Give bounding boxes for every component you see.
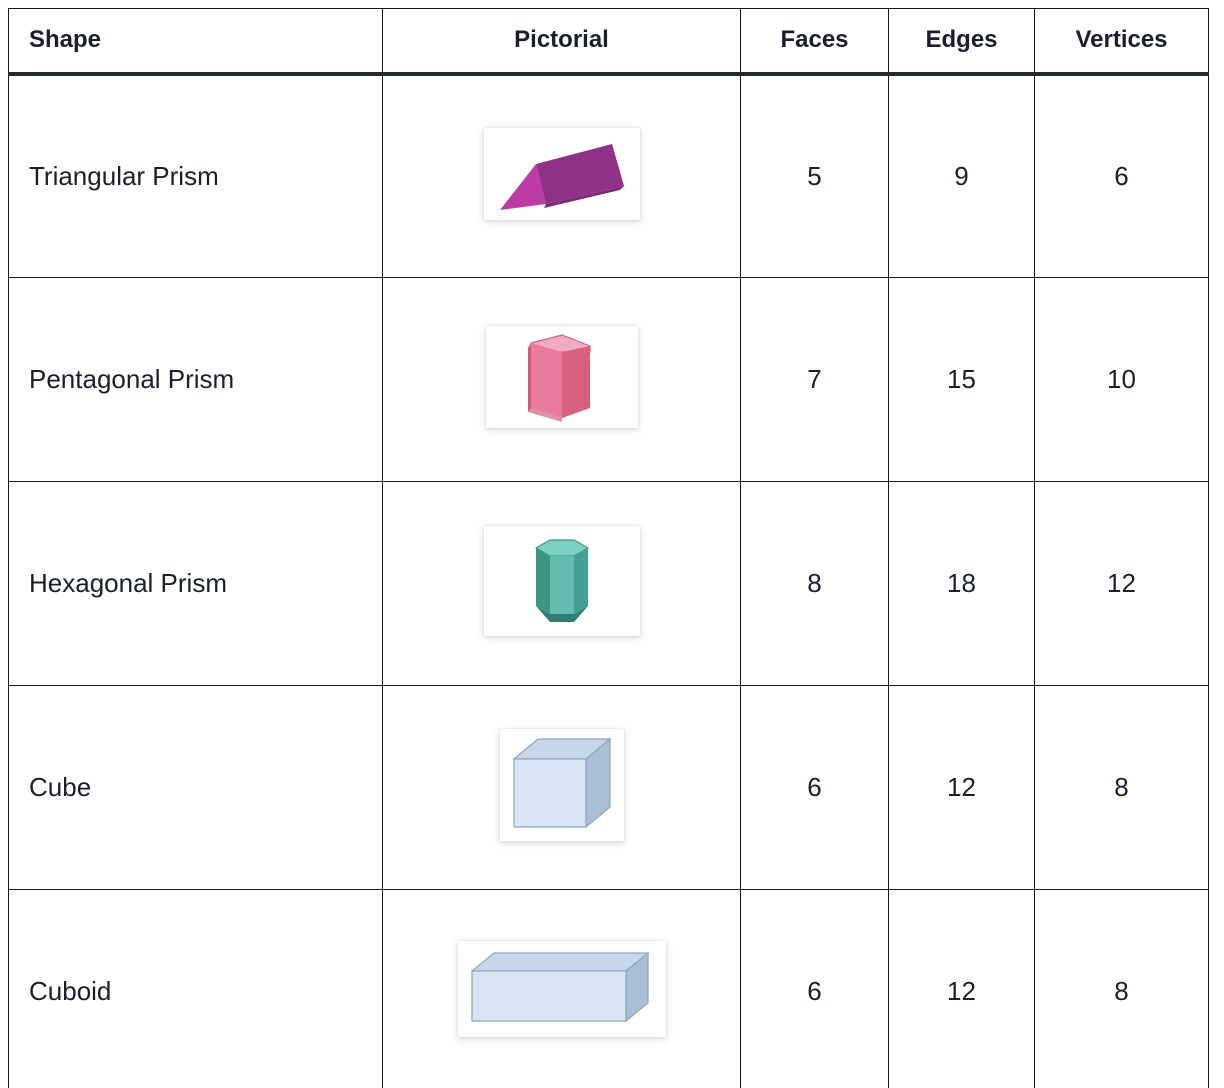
table-header-row: Shape Pictorial Faces Edges Vertices [8,8,1209,76]
column-header-edges: Edges [888,8,1035,76]
column-header-shape: Shape [8,8,383,76]
table-body: Triangular Prism 5 9 6 Pentagonal Prism … [8,73,1209,1088]
cell-pictorial [382,481,741,686]
shape-image-card [483,526,640,636]
table-header: Shape Pictorial Faces Edges Vertices [8,8,1209,76]
cell-shape-name: Triangular Prism [8,73,383,278]
column-header-pictorial: Pictorial [382,8,741,76]
cell-vertices: 8 [1034,889,1209,1088]
table-row: Cube 6 12 8 [8,685,1209,890]
table-page: Shape Pictorial Faces Edges Vertices Tri… [0,0,1224,1088]
cell-pictorial [382,277,741,482]
shape-image-card [499,729,624,841]
cell-faces: 7 [740,277,889,482]
cell-shape-name: Pentagonal Prism [8,277,383,482]
triangular-prism-icon [499,143,624,210]
cell-edges: 9 [888,73,1035,278]
cell-edges: 12 [888,685,1035,890]
cell-faces: 6 [740,685,889,890]
cell-faces: 5 [740,73,889,278]
table-row: Triangular Prism 5 9 6 [8,73,1209,278]
table-row: Hexagonal Prism 8 18 12 [8,481,1209,686]
cell-pictorial [382,73,741,278]
cell-shape-name: Cube [8,685,383,890]
cell-vertices: 12 [1034,481,1209,686]
cell-edges: 15 [888,277,1035,482]
cell-vertices: 10 [1034,277,1209,482]
cell-edges: 18 [888,481,1035,686]
cuboid-icon [469,951,650,1023]
solid-shapes-table: Shape Pictorial Faces Edges Vertices Tri… [8,8,1209,1088]
table-row: Cuboid 6 12 8 [8,889,1209,1088]
shape-image-card [483,127,640,220]
hexagonal-prism-icon [534,539,589,622]
column-header-faces: Faces [740,8,889,76]
table-row: Pentagonal Prism 7 15 10 [8,277,1209,482]
shape-image-card [457,941,666,1037]
pentagonal-prism-icon [527,334,591,422]
shape-image-card [485,326,638,428]
cube-icon [511,737,612,829]
cell-vertices: 8 [1034,685,1209,890]
cell-shape-name: Cuboid [8,889,383,1088]
cell-edges: 12 [888,889,1035,1088]
cell-shape-name: Hexagonal Prism [8,481,383,686]
column-header-vertices: Vertices [1034,8,1209,76]
cell-faces: 8 [740,481,889,686]
cell-pictorial [382,889,741,1088]
cell-vertices: 6 [1034,73,1209,278]
cell-faces: 6 [740,889,889,1088]
cell-pictorial [382,685,741,890]
